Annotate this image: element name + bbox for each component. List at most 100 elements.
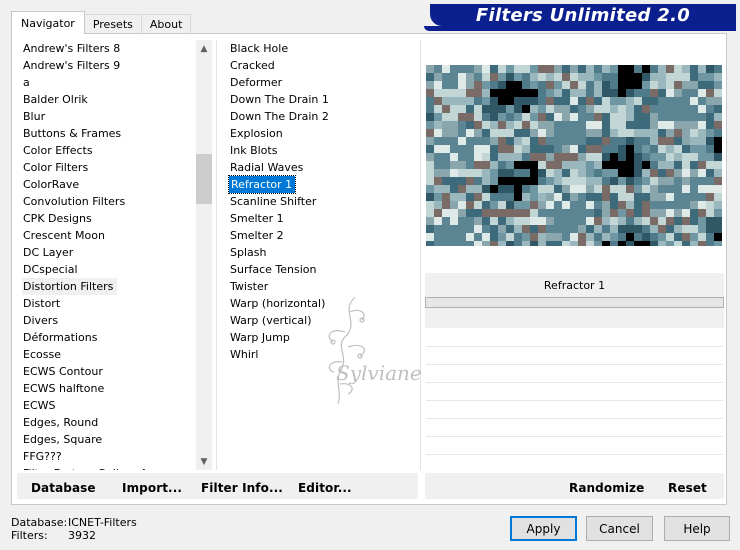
preview-pixel xyxy=(610,81,618,89)
category-scrollbar[interactable]: ▲ ▼ xyxy=(196,40,212,470)
preview-pixel xyxy=(714,201,722,209)
preview-pixel xyxy=(634,113,642,121)
database-button[interactable]: Database xyxy=(31,481,96,495)
preview-pixel xyxy=(506,97,514,105)
slider-track[interactable] xyxy=(426,454,723,455)
preview-pixel xyxy=(706,217,714,225)
list-item-label: Crescent Moon xyxy=(23,229,105,242)
list-item[interactable]: ColorRave xyxy=(22,176,196,193)
list-item[interactable]: Edges, Round xyxy=(22,414,196,431)
list-item[interactable]: Buttons & Frames xyxy=(22,125,196,142)
cancel-button[interactable]: Cancel xyxy=(586,516,653,541)
preview-pixel xyxy=(538,233,546,241)
list-item[interactable]: Balder Olrik xyxy=(22,91,196,108)
filter-info-button[interactable]: Filter Info... xyxy=(201,481,283,495)
status-database-value: ICNET-Filters xyxy=(68,516,137,529)
slider-track[interactable] xyxy=(426,418,723,419)
list-item[interactable]: Radial Waves xyxy=(229,159,419,176)
preview-pixel xyxy=(490,185,498,193)
list-item[interactable]: Distortion Filters xyxy=(22,278,196,295)
list-item[interactable]: a xyxy=(22,74,196,91)
scroll-up-arrow-icon[interactable]: ▲ xyxy=(196,40,212,57)
list-item[interactable]: Distort xyxy=(22,295,196,312)
list-item[interactable]: Surface Tension xyxy=(229,261,419,278)
slider-track[interactable] xyxy=(426,400,723,401)
preview-pixel xyxy=(570,193,578,201)
list-item[interactable]: Divers xyxy=(22,312,196,329)
list-item[interactable]: Refractor 1 xyxy=(227,175,419,194)
list-item[interactable]: Black Hole xyxy=(229,40,419,57)
list-item[interactable]: Down The Drain 2 xyxy=(229,108,419,125)
slider-track[interactable] xyxy=(426,436,723,437)
list-item[interactable]: Edges, Square xyxy=(22,431,196,448)
scroll-down-arrow-icon[interactable]: ▼ xyxy=(196,453,212,470)
preview-pixel xyxy=(626,121,634,129)
randomize-button[interactable]: Randomize xyxy=(569,481,644,495)
preview-pixel xyxy=(546,121,554,129)
preview-pixel xyxy=(474,105,482,113)
preview-pixel xyxy=(602,65,610,73)
list-item[interactable]: Déformations xyxy=(22,329,196,346)
reset-button[interactable]: Reset xyxy=(668,481,707,495)
list-item[interactable]: FFG??? xyxy=(22,448,196,465)
preview-pixel xyxy=(674,233,682,241)
preview-pixel xyxy=(642,177,650,185)
help-button[interactable]: Help xyxy=(664,516,730,541)
editor-button[interactable]: Editor... xyxy=(298,481,352,495)
list-item-label: Splash xyxy=(230,246,267,259)
preview-pixel xyxy=(506,161,514,169)
list-item[interactable]: Smelter 2 xyxy=(229,227,419,244)
list-item[interactable]: CPK Designs xyxy=(22,210,196,227)
preview-pixel xyxy=(682,73,690,81)
preview-pixel xyxy=(602,137,610,145)
preview-pixel xyxy=(706,193,714,201)
list-item[interactable]: Andrew's Filters 8 xyxy=(22,40,196,57)
category-list[interactable]: Andrew's Filters 8 Andrew's Filters 9 a Bal… xyxy=(22,40,196,470)
list-item[interactable]: Ink Blots xyxy=(229,142,419,159)
slider-track[interactable] xyxy=(426,346,723,347)
list-item[interactable]: Scanline Shifter xyxy=(229,193,419,210)
preview-pixel xyxy=(658,153,666,161)
list-item[interactable]: ECWS Contour xyxy=(22,363,196,380)
list-item[interactable]: Explosion xyxy=(229,125,419,142)
list-item[interactable]: DC Layer xyxy=(22,244,196,261)
import-button[interactable]: Import... xyxy=(122,481,182,495)
list-item[interactable]: Smelter 1 xyxy=(229,210,419,227)
slider-track[interactable] xyxy=(426,382,723,383)
tab-about[interactable]: About xyxy=(140,14,192,34)
preview-pixel xyxy=(482,137,490,145)
list-item[interactable]: Cracked xyxy=(229,57,419,74)
tab-navigator[interactable]: Navigator xyxy=(11,11,85,34)
preview-pixel xyxy=(562,113,570,121)
preview-pixel xyxy=(634,161,642,169)
tab-presets[interactable]: Presets xyxy=(83,14,142,34)
preview-pixel xyxy=(474,225,482,233)
preview-pixel xyxy=(482,185,490,193)
list-item[interactable]: Ecosse xyxy=(22,346,196,363)
list-item[interactable]: Deformer xyxy=(229,74,419,91)
list-item[interactable]: Color Filters xyxy=(22,159,196,176)
preview-pixel xyxy=(530,193,538,201)
list-item[interactable]: Convolution Filters xyxy=(22,193,196,210)
list-item[interactable]: Andrew's Filters 9 xyxy=(22,57,196,74)
list-item[interactable]: Splash xyxy=(229,244,419,261)
preview-pixel xyxy=(450,209,458,217)
scrollbar-thumb[interactable] xyxy=(196,154,212,204)
preview-pixel xyxy=(618,113,626,121)
list-item[interactable]: Crescent Moon xyxy=(22,227,196,244)
preview-pixel xyxy=(698,161,706,169)
list-item[interactable]: Down The Drain 1 xyxy=(229,91,419,108)
list-item[interactable]: ECWS halftone xyxy=(22,380,196,397)
preview-pixel xyxy=(490,113,498,121)
preview-pixel xyxy=(546,161,554,169)
list-item[interactable]: ECWS xyxy=(22,397,196,414)
list-item[interactable]: Filter Factory Gallery A xyxy=(22,465,196,470)
list-item[interactable]: Blur xyxy=(22,108,196,125)
preview-pixel xyxy=(490,201,498,209)
slider-track[interactable] xyxy=(426,364,723,365)
list-item[interactable]: DCspecial xyxy=(22,261,196,278)
list-item[interactable]: Color Effects xyxy=(22,142,196,159)
apply-button[interactable]: Apply xyxy=(510,516,577,541)
preview-pixel xyxy=(522,169,530,177)
preview-pixel xyxy=(618,65,626,73)
